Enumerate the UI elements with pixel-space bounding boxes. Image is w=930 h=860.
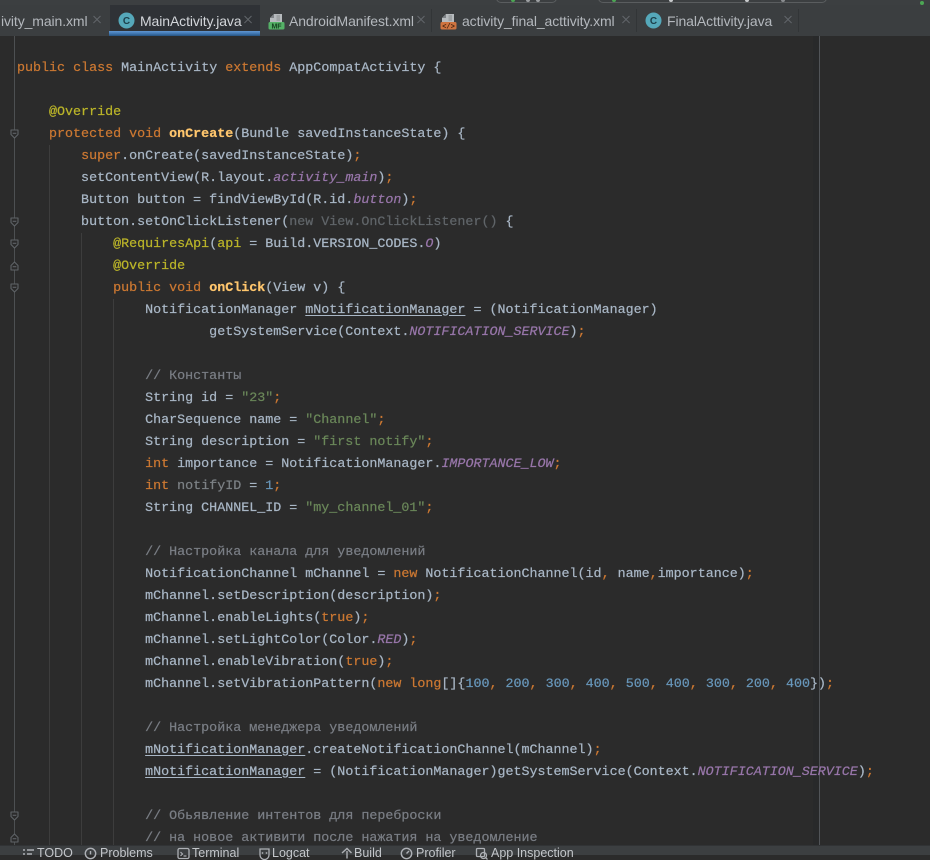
svg-text:</>: </> — [442, 23, 455, 30]
svg-text:C: C — [650, 16, 657, 27]
svg-text:C: C — [123, 16, 130, 27]
svg-text:MF: MF — [271, 23, 282, 30]
